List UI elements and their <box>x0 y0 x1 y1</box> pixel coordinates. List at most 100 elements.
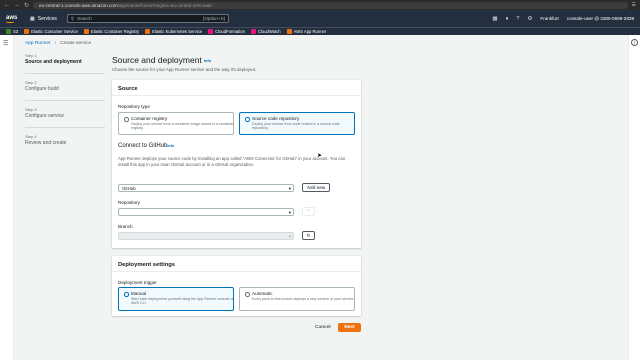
service-icon <box>208 29 214 34</box>
radio-button[interactable] <box>245 292 250 297</box>
info-link[interactable]: Info <box>204 58 211 63</box>
branch-label: Branch <box>118 224 133 229</box>
extensions-icon[interactable]: ☰ <box>632 2 636 8</box>
region-selector[interactable]: Frankfurt <box>540 16 558 21</box>
manual-trigger-option[interactable]: Manual Start each deployment yourself us… <box>118 287 234 311</box>
option-title: Automatic <box>252 291 273 296</box>
service-icon <box>24 29 30 34</box>
step-4: Step 4 Review and create <box>25 134 105 146</box>
option-title: Manual <box>131 291 147 296</box>
info-icon[interactable]: i <box>631 39 638 46</box>
step-number: Step 1 <box>25 53 37 58</box>
url-host: eu-central-1.console.aws.amazon.com <box>39 2 118 8</box>
hamburger-menu-icon[interactable]: ☰ <box>3 40 8 47</box>
step-number: Step 3 <box>25 107 37 112</box>
repository-type-label: Repository type <box>118 104 150 109</box>
mouse-cursor-icon: ➤ <box>317 153 323 159</box>
address-bar[interactable]: eu-central-1.console.aws.amazon.com/appr… <box>33 1 628 9</box>
search-placeholder: Search <box>77 16 92 21</box>
back-icon[interactable]: ← <box>4 2 10 8</box>
branch-select[interactable]: ▾ <box>118 232 294 240</box>
deployment-settings-panel: Deployment settings Deployment trigger M… <box>112 256 361 316</box>
repository-select[interactable]: ▾ <box>118 208 294 216</box>
add-new-button[interactable]: Add new <box>302 183 330 192</box>
services-label: Services <box>37 15 57 22</box>
option-title: Source code repository <box>252 116 300 121</box>
account-menu[interactable]: console-user @ 3385-0698-2839 <box>567 16 634 21</box>
refresh-icon: ↻ <box>306 233 311 238</box>
bell-icon[interactable]: ♦ <box>506 16 509 22</box>
radio-button-selected[interactable] <box>124 292 129 297</box>
step-name: Configure build <box>25 86 59 92</box>
refresh-repository-button[interactable]: ⌃ <box>302 207 315 216</box>
help-panel-collapsed: i <box>628 35 640 360</box>
page-title: Source and deployment Info <box>112 55 212 65</box>
chevron-up-icon: ⌃ <box>306 209 311 214</box>
option-description: Deploy your service from code hosted in … <box>252 122 340 131</box>
radio-button-selected[interactable] <box>245 117 250 122</box>
container-registry-option[interactable]: Container registry Deploy your service f… <box>118 112 234 135</box>
favorite-s3[interactable]: S3 <box>6 29 18 34</box>
favorite-eks[interactable]: Elastic Kubernetes Service <box>145 29 202 34</box>
chevron-right-icon: › <box>54 41 57 46</box>
cloudshell-icon[interactable]: ▩ <box>492 16 497 22</box>
option-title: Container registry <box>131 116 168 121</box>
connect-github-title: Connect to GitHubInfo <box>118 143 175 149</box>
step-2: Step 2 Configure build <box>25 80 105 92</box>
aws-top-nav: aws ▦ Services ⚲ Search [Option+S] ▩ ♦ ?… <box>0 10 640 27</box>
breadcrumb-current: Create service <box>60 41 92 46</box>
deployment-trigger-label: Deployment trigger <box>118 280 157 285</box>
forward-icon[interactable]: → <box>14 2 20 8</box>
grid-icon: ▦ <box>30 15 35 22</box>
browser-toolbar: ← → ↻ eu-central-1.console.aws.amazon.co… <box>0 0 640 10</box>
repository-label: Repository <box>118 200 140 205</box>
deployment-settings-header: Deployment settings <box>112 256 361 272</box>
favorites-bar: S3 Elastic Container Service Elastic Con… <box>0 27 640 35</box>
github-connection-select[interactable]: GitHub ▾ <box>118 184 294 192</box>
service-icon <box>286 29 292 34</box>
search-input[interactable]: ⚲ Search [Option+S] <box>66 14 229 23</box>
search-icon: ⚲ <box>70 15 75 21</box>
radio-button[interactable] <box>124 117 129 122</box>
option-description: Every push to this branch deploys a new … <box>252 297 355 301</box>
gear-icon[interactable]: ⚙ <box>527 16 532 22</box>
source-header: Source <box>112 80 361 96</box>
page-description: Choose the source for your App Runner se… <box>112 67 257 72</box>
favorite-ecr[interactable]: Elastic Container Registry <box>83 29 139 34</box>
step-number: Step 4 <box>25 134 37 139</box>
step-name: Configure service <box>25 113 64 119</box>
breadcrumb: App Runner › Create service <box>25 41 91 46</box>
favorite-cloudwatch[interactable]: CloudWatch <box>250 29 281 34</box>
aws-logo[interactable]: aws <box>6 15 26 23</box>
favorite-app-runner[interactable]: AWS App Runner <box>286 29 326 34</box>
service-icon <box>145 29 151 34</box>
wizard-steps: Step 1 Source and deployment Step 2 Conf… <box>25 53 105 154</box>
service-icon <box>83 29 89 34</box>
step-name: Source and deployment <box>25 59 82 65</box>
reload-icon[interactable]: ↻ <box>24 2 29 9</box>
source-code-repository-option[interactable]: Source code repository Deploy your servi… <box>239 112 355 135</box>
favorite-cloudformation[interactable]: CloudFormation <box>208 29 245 34</box>
step-3: Step 3 Configure service <box>25 107 105 119</box>
help-icon[interactable]: ? <box>516 16 519 22</box>
refresh-branch-button[interactable]: ↻ <box>302 231 315 240</box>
step-number: Step 2 <box>25 80 37 85</box>
info-link[interactable]: Info <box>167 144 174 148</box>
source-panel: Source Repository type Container registr… <box>112 80 361 248</box>
option-description: Start each deployment yourself using the… <box>131 297 234 306</box>
caret-down-icon: ▾ <box>288 186 291 191</box>
next-button[interactable]: Next <box>338 323 361 332</box>
side-nav-collapsed: ☰ <box>0 35 14 360</box>
caret-down-icon: ▾ <box>288 210 291 215</box>
favorite-ecs[interactable]: Elastic Container Service <box>24 29 78 34</box>
breadcrumb-app-runner[interactable]: App Runner <box>25 41 51 46</box>
search-shortcut: [Option+S] <box>203 16 225 21</box>
automatic-trigger-option[interactable]: Automatic Every push to this branch depl… <box>239 287 355 311</box>
caret-down-icon: ▾ <box>288 234 291 239</box>
step-1: Step 1 Source and deployment <box>25 53 105 65</box>
url-path: /apprunner/home?region=eu-central-1#/cre… <box>117 2 212 8</box>
option-description: Deploy your service from a container ima… <box>131 122 234 131</box>
service-icon <box>250 29 256 34</box>
cancel-button[interactable]: Cancel <box>315 325 331 330</box>
services-menu[interactable]: ▦ Services <box>30 16 57 22</box>
